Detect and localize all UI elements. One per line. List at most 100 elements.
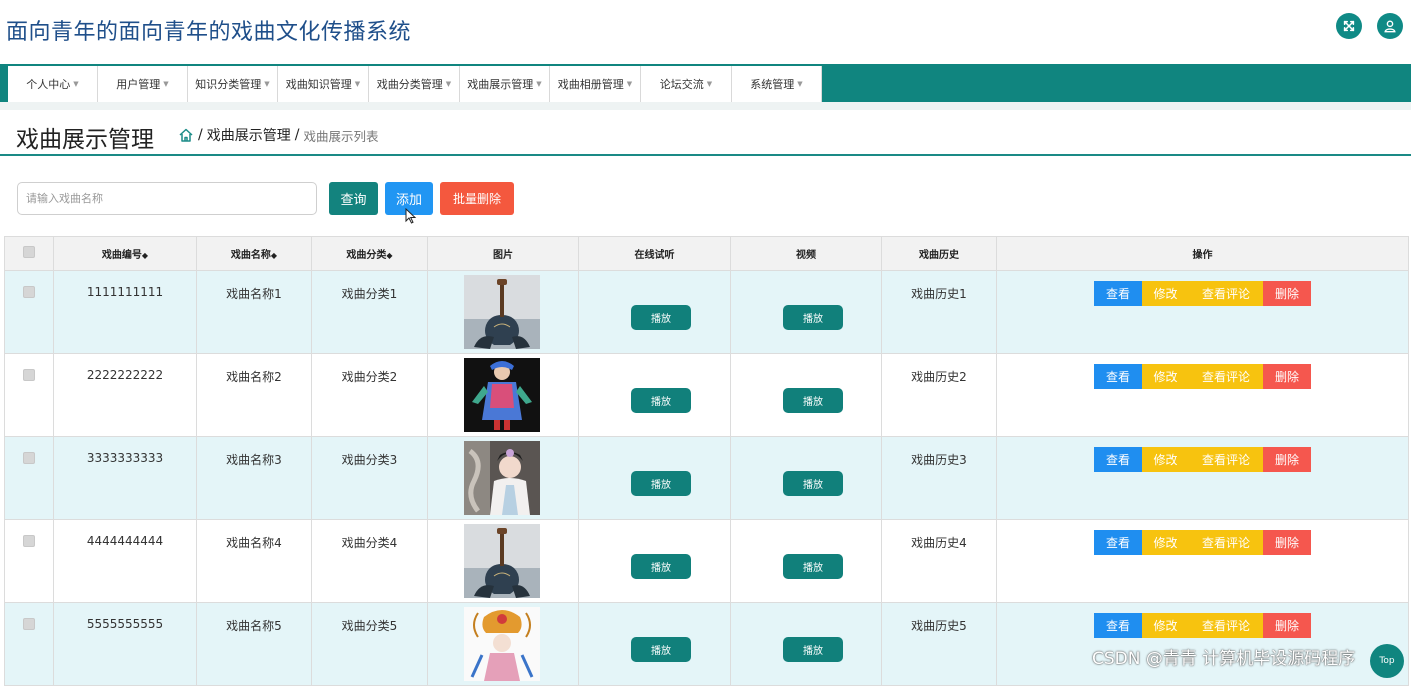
search-input[interactable]	[17, 182, 317, 215]
edit-button[interactable]: 修改	[1142, 281, 1189, 306]
audio-play-button[interactable]: 播放	[631, 388, 691, 413]
nav-item[interactable]: 论坛交流 ▼	[641, 66, 732, 102]
cell-video: 播放	[730, 602, 882, 686]
audio-play-button[interactable]: 播放	[631, 471, 691, 496]
nav-item-label: 戏曲相册管理	[557, 78, 624, 91]
view-button[interactable]: 查看	[1094, 364, 1142, 389]
view-comments-button[interactable]: 查看评论	[1189, 447, 1263, 472]
nav-item[interactable]: 戏曲知识管理 ▼	[278, 66, 369, 102]
col-header-image: 图片	[427, 236, 579, 271]
video-play-button[interactable]: 播放	[783, 471, 843, 496]
view-comments-button[interactable]: 查看评论	[1189, 530, 1263, 555]
chevron-down-icon: ▼	[264, 80, 270, 88]
video-play-button[interactable]: 播放	[783, 305, 843, 330]
nav-item[interactable]: 戏曲分类管理 ▼	[369, 66, 460, 102]
col-header-audio: 在线试听	[578, 236, 731, 271]
cell-code: 5555555555	[53, 602, 197, 686]
nav-item[interactable]: 用户管理 ▼	[98, 66, 188, 102]
nav-strip: 个人中心 ▼ 用户管理 ▼ 知识分类管理 ▼ 戏曲知识管理 ▼ 戏曲分类管理 ▼ 戏曲展示管理 ▼ 戏曲…	[8, 66, 822, 102]
view-button[interactable]: 查看	[1094, 281, 1142, 306]
nav-item-label: 系统管理	[750, 78, 795, 91]
nav-item-label: 戏曲分类管理	[376, 78, 443, 91]
delete-button[interactable]: 删除	[1263, 447, 1311, 472]
back-to-top-button[interactable]: Top	[1370, 644, 1404, 678]
table-header-row: 戏曲编号◆ 戏曲名称◆ 戏曲分类◆ 图片 在线试听 视频 戏曲历史 操作	[4, 236, 1409, 271]
thumbnail-image[interactable]	[464, 524, 540, 598]
thumbnail-image[interactable]	[464, 275, 540, 349]
row-checkbox[interactable]	[4, 602, 54, 686]
cell-code: 1111111111	[53, 270, 197, 354]
nav-shadow	[0, 102, 1411, 110]
delete-button[interactable]: 删除	[1263, 613, 1311, 638]
row-checkbox[interactable]	[4, 353, 54, 437]
col-header-category[interactable]: 戏曲分类◆	[311, 236, 428, 271]
nav-item[interactable]: 个人中心 ▼	[8, 66, 98, 102]
video-play-button[interactable]: 播放	[783, 554, 843, 579]
select-all-checkbox[interactable]	[4, 236, 54, 271]
cell-actions: 查看 修改 查看评论 删除	[996, 436, 1409, 520]
breadcrumb-current: 戏曲展示列表	[303, 128, 379, 144]
cell-audio: 播放	[578, 270, 731, 354]
col-header-name[interactable]: 戏曲名称◆	[196, 236, 312, 271]
view-button[interactable]: 查看	[1094, 530, 1142, 555]
chevron-down-icon: ▼	[706, 80, 713, 88]
view-button[interactable]: 查看	[1094, 613, 1142, 638]
cell-audio: 播放	[578, 436, 731, 520]
audio-play-button[interactable]: 播放	[631, 554, 691, 579]
view-comments-button[interactable]: 查看评论	[1189, 364, 1263, 389]
batch-delete-button[interactable]: 批量删除	[440, 182, 514, 215]
edit-button[interactable]: 修改	[1142, 447, 1189, 472]
query-button[interactable]: 查询	[329, 182, 378, 215]
main-nav: 个人中心 ▼ 用户管理 ▼ 知识分类管理 ▼ 戏曲知识管理 ▼ 戏曲分类管理 ▼ 戏曲展示管理 ▼ 戏曲…	[0, 64, 1411, 102]
cell-audio: 播放	[578, 353, 731, 437]
breadcrumb-section[interactable]: 戏曲展示管理	[207, 125, 291, 145]
row-checkbox[interactable]	[4, 519, 54, 603]
row-checkbox[interactable]	[4, 270, 54, 354]
nav-item[interactable]: 系统管理 ▼	[732, 66, 822, 102]
view-comments-button[interactable]: 查看评论	[1189, 613, 1263, 638]
delete-button[interactable]: 删除	[1263, 281, 1311, 306]
cell-video: 播放	[730, 353, 882, 437]
user-icon[interactable]	[1377, 13, 1403, 39]
nav-item[interactable]: 戏曲展示管理 ▼	[460, 66, 550, 102]
edit-button[interactable]: 修改	[1142, 613, 1189, 638]
nav-item-label: 论坛交流	[659, 78, 704, 91]
row-checkbox[interactable]	[4, 436, 54, 520]
thumbnail-image[interactable]	[464, 358, 540, 432]
audio-play-button[interactable]: 播放	[631, 305, 691, 330]
opera-table: 戏曲编号◆ 戏曲名称◆ 戏曲分类◆ 图片 在线试听 视频 戏曲历史 操作 111…	[4, 236, 1409, 686]
thumbnail-image[interactable]	[464, 607, 540, 681]
table-row: 4444444444 戏曲名称4 戏曲分类4 播放 播放 戏曲历史4 查看 修改 查看评论 删除	[4, 519, 1409, 603]
view-button[interactable]: 查看	[1094, 447, 1142, 472]
nav-item-label: 戏曲展示管理	[467, 78, 534, 91]
delete-button[interactable]: 删除	[1263, 364, 1311, 389]
app-title: 面向青年的面向青年的戏曲文化传播系统	[6, 20, 412, 45]
edit-button[interactable]: 修改	[1142, 530, 1189, 555]
cell-category: 戏曲分类5	[311, 602, 428, 686]
thumbnail-image[interactable]	[464, 441, 540, 515]
table-row: 2222222222 戏曲名称2 戏曲分类2 播放 播放 戏曲历史2 查看 修改 查看评论 删除	[4, 353, 1409, 437]
fullscreen-icon[interactable]	[1336, 13, 1362, 39]
col-header-code[interactable]: 戏曲编号◆	[53, 236, 197, 271]
delete-button[interactable]: 删除	[1263, 530, 1311, 555]
chevron-down-icon: ▼	[163, 80, 169, 88]
view-comments-button[interactable]: 查看评论	[1189, 281, 1263, 306]
cell-audio: 播放	[578, 602, 731, 686]
cell-image	[427, 353, 579, 437]
nav-item[interactable]: 戏曲相册管理 ▼	[550, 66, 641, 102]
cell-image	[427, 270, 579, 354]
cell-history: 戏曲历史4	[881, 519, 997, 603]
edit-button[interactable]: 修改	[1142, 364, 1189, 389]
cell-image	[427, 519, 579, 603]
audio-play-button[interactable]: 播放	[631, 637, 691, 662]
video-play-button[interactable]: 播放	[783, 388, 843, 413]
home-icon[interactable]	[178, 127, 194, 143]
mouse-cursor-icon	[405, 208, 417, 224]
breadcrumb-separator: /	[294, 127, 300, 143]
video-play-button[interactable]: 播放	[783, 637, 843, 662]
nav-item-label: 戏曲知识管理	[285, 78, 352, 91]
nav-item[interactable]: 知识分类管理 ▼	[188, 66, 278, 102]
chevron-down-icon: ▼	[626, 80, 633, 88]
cell-history: 戏曲历史2	[881, 353, 997, 437]
cell-category: 戏曲分类3	[311, 436, 428, 520]
